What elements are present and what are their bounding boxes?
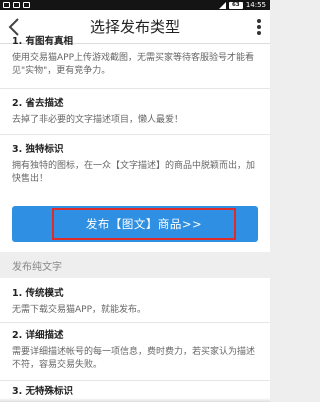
feature-desc: 去掉了非必要的文字描述项目，懒人最爱！ — [12, 115, 184, 125]
feature-title: 3. 独特标识 — [12, 144, 64, 155]
notification-icon — [23, 2, 30, 8]
status-time: 14:55 — [245, 1, 266, 9]
status-right: 63 14:55 — [218, 0, 266, 10]
feature-item: 3. 无特殊标识 — [12, 386, 260, 398]
notification-icon — [13, 2, 20, 8]
feature-title: 1. 传统模式 — [12, 288, 64, 299]
signal-icon — [218, 1, 226, 9]
feature-title: 2. 省去描述 — [12, 98, 64, 109]
feature-item: 2. 详细描述 需要详细描述帐号的每一项信息，费时费力，若买家认为描述不符，容易… — [12, 330, 260, 372]
divider — [0, 134, 270, 135]
feature-title: 1. 有图有真相 — [12, 36, 74, 47]
feature-item: 3. 独特标识 拥有独特的图标，在一众【文字描述】的商品中脱颖而出，加快售出！ — [12, 144, 260, 186]
more-button[interactable] — [254, 18, 264, 36]
feature-desc: 使用交易猫APP上传游戏截图，无需买家等待客服验号才能看见"实物"，更有竞争力。 — [12, 53, 255, 76]
divider — [0, 380, 270, 381]
bottom-shadow — [0, 398, 270, 402]
feature-item: 2. 省去描述 去掉了非必要的文字描述项目，懒人最爱！ — [12, 98, 260, 127]
feature-desc: 无需下载交易猫APP，就能发布。 — [12, 305, 147, 315]
feature-desc: 拥有独特的图标，在一众【文字描述】的商品中脱颖而出，加快售出！ — [12, 161, 256, 184]
feature-title: 2. 详细描述 — [12, 330, 64, 341]
notification-icon — [3, 2, 10, 8]
battery-icon: 63 — [228, 1, 243, 9]
divider — [0, 322, 270, 323]
more-vertical-icon — [257, 19, 261, 23]
section-label-text-only: 发布纯文字 — [12, 262, 62, 273]
text-only-card: 1. 传统模式 无需下载交易猫APP，就能发布。 2. 详细描述 需要详细描述帐… — [0, 278, 270, 402]
status-bar: 63 14:55 — [0, 0, 270, 10]
publish-image-text-button[interactable]: 发布【图文】商品>> — [52, 208, 236, 240]
feature-item: 1. 有图有真相 使用交易猫APP上传游戏截图，无需买家等待客服验号才能看见"实… — [12, 36, 260, 78]
image-text-card: 1. 有图有真相 使用交易猫APP上传游戏截图，无需买家等待客服验号才能看见"实… — [0, 36, 270, 252]
feature-title: 3. 无特殊标识 — [12, 386, 74, 397]
publish-image-text-bar[interactable]: 发布【图文】商品>> — [12, 206, 258, 242]
status-notifications — [3, 0, 30, 10]
feature-desc: 需要详细描述帐号的每一项信息，费时费力，若买家认为描述不符，容易交易失败。 — [12, 347, 256, 370]
feature-item: 1. 传统模式 无需下载交易猫APP，就能发布。 — [12, 288, 260, 317]
divider — [0, 88, 270, 89]
